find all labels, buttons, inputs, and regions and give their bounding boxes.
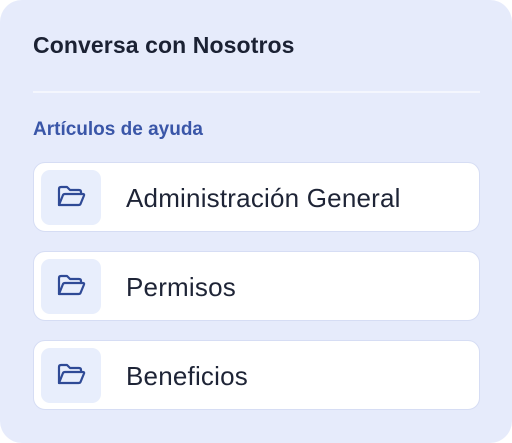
folder-open-icon (41, 348, 101, 403)
divider (33, 91, 480, 93)
folder-open-icon (41, 259, 101, 314)
help-article-beneficios[interactable]: Beneficios (33, 340, 480, 410)
help-article-label: Beneficios (126, 361, 248, 391)
help-article-label: Permisos (126, 272, 236, 302)
help-article-label: Administración General (126, 183, 401, 213)
section-label: Artículos de ayuda (33, 119, 203, 140)
help-card: Conversa con Nosotros Artículos de ayuda… (0, 0, 512, 443)
help-article-permisos[interactable]: Permisos (33, 251, 480, 321)
card-title: Conversa con Nosotros (33, 32, 295, 58)
help-article-administracion-general[interactable]: Administración General (33, 162, 480, 232)
folder-open-icon (41, 170, 101, 225)
